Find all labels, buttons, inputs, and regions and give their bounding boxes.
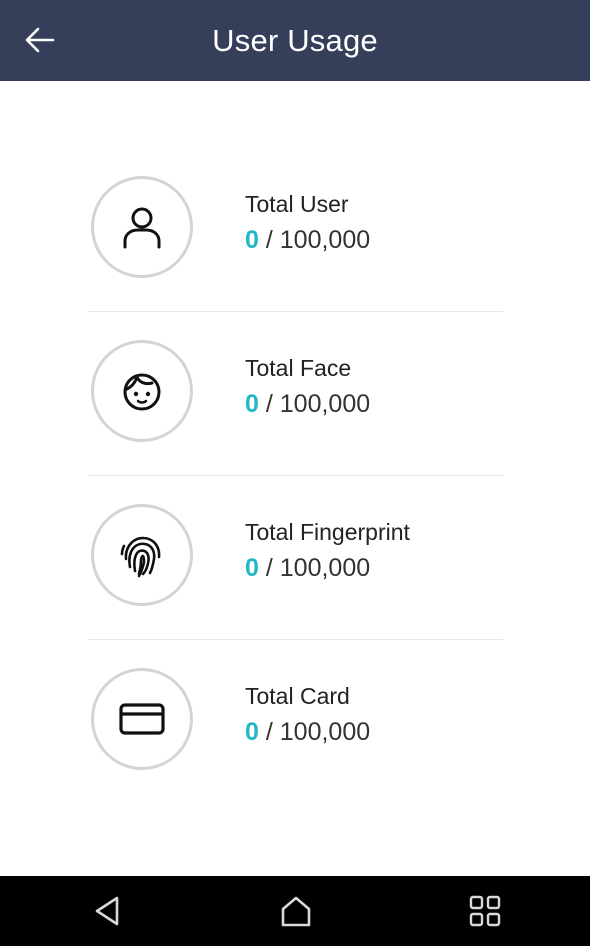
usage-label: Total User	[245, 191, 349, 217]
usage-max: 100,000	[279, 554, 371, 582]
usage-row-face: Total Face 0 / 100,000	[88, 312, 503, 476]
usage-separator: /	[265, 226, 273, 254]
usage-current: 0	[245, 718, 259, 746]
usage-row-fingerprint: Total Fingerprint 0 / 100,000	[88, 476, 503, 640]
user-icon-circle	[91, 176, 193, 278]
usage-separator: /	[265, 718, 273, 746]
nav-back-button[interactable]	[85, 890, 129, 932]
usage-value: 0 / 100,000	[245, 390, 370, 419]
usage-value: 0 / 100,000	[245, 226, 370, 255]
usage-row-card: Total Card 0 / 100,000	[88, 640, 503, 803]
usage-max: 100,000	[279, 390, 371, 418]
home-icon	[281, 896, 311, 927]
usage-max: 100,000	[279, 718, 371, 746]
usage-label: Total Face	[245, 355, 352, 381]
usage-current: 0	[245, 226, 259, 254]
card-icon-circle	[91, 668, 193, 770]
usage-list: Total User 0 / 100,000 Total Face 0 / 10…	[88, 148, 503, 803]
usage-current: 0	[245, 390, 259, 418]
back-triangle-icon	[95, 896, 119, 926]
usage-value: 0 / 100,000	[245, 718, 370, 747]
usage-separator: /	[265, 554, 273, 582]
usage-row-user: Total User 0 / 100,000	[88, 148, 503, 312]
nav-apps-button[interactable]	[463, 890, 507, 932]
card-icon	[119, 703, 165, 735]
usage-value: 0 / 100,000	[245, 554, 370, 583]
system-nav-bar	[0, 876, 590, 946]
user-icon	[123, 207, 161, 249]
usage-label: Total Card	[245, 683, 350, 709]
app-header: User Usage	[0, 0, 590, 81]
usage-current: 0	[245, 554, 259, 582]
page-title: User Usage	[212, 22, 378, 58]
usage-separator: /	[265, 390, 273, 418]
face-icon-circle	[91, 340, 193, 442]
nav-home-button[interactable]	[274, 890, 318, 932]
fingerprint-icon-circle	[91, 504, 193, 606]
usage-max: 100,000	[279, 226, 371, 254]
fingerprint-icon	[120, 536, 161, 578]
face-icon	[123, 373, 161, 411]
apps-grid-icon	[469, 895, 501, 927]
usage-label: Total Fingerprint	[245, 519, 410, 545]
